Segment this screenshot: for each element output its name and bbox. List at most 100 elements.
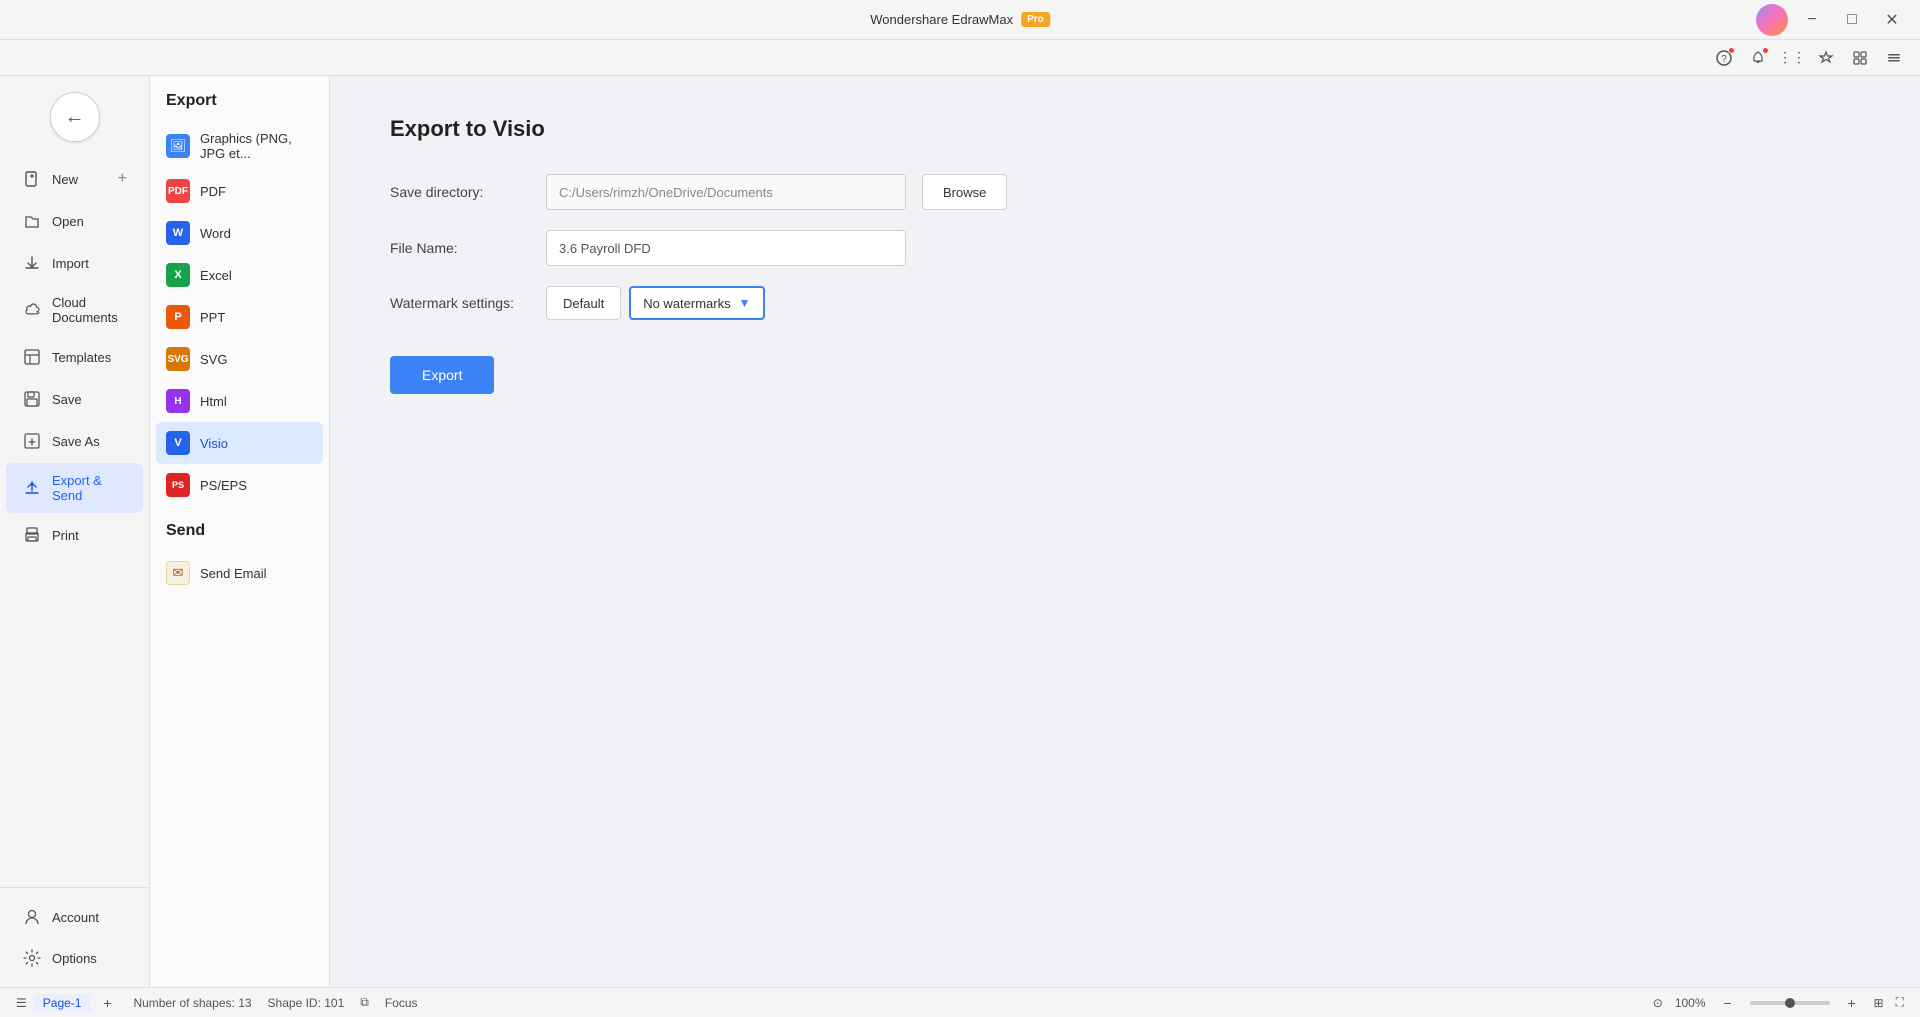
import-icon: [22, 253, 42, 273]
export-ppt[interactable]: P PPT: [150, 296, 329, 338]
back-button[interactable]: ←: [50, 92, 100, 142]
export-to-visio-title: Export to Visio: [390, 116, 1860, 142]
fullscreen-icon[interactable]: [1846, 44, 1874, 72]
watermark-dropdown[interactable]: No watermarks ▼: [629, 286, 764, 320]
zoom-level: 100%: [1675, 996, 1706, 1010]
help-icon[interactable]: ?: [1710, 44, 1738, 72]
visio-icon: V: [166, 431, 190, 455]
export-pdf[interactable]: PDF PDF: [150, 170, 329, 212]
pseps-label: PS/EPS: [200, 478, 247, 493]
png-label: Graphics (PNG, JPG et...: [200, 131, 313, 161]
nav-item-new[interactable]: New +: [6, 159, 143, 199]
filename-label: File Name:: [390, 240, 530, 256]
watermark-controls: Default No watermarks ▼: [546, 286, 765, 320]
export-label: Export & Send: [52, 473, 127, 503]
zoom-in-button[interactable]: +: [1842, 993, 1862, 1013]
file-name-group: File Name:: [390, 230, 1860, 266]
fullscreen-view-icon[interactable]: ⛶: [1896, 995, 1904, 1010]
nav-item-open[interactable]: Open: [6, 201, 143, 241]
export-excel[interactable]: X Excel: [150, 254, 329, 296]
print-icon: [22, 525, 42, 545]
email-label: Send Email: [200, 566, 266, 581]
nav-bottom: Account Options: [0, 887, 149, 979]
nav-item-templates[interactable]: Templates: [6, 337, 143, 377]
apps-icon[interactable]: ⋮⋮: [1778, 44, 1806, 72]
export-html[interactable]: H Html: [150, 380, 329, 422]
nav-item-save[interactable]: Save: [6, 379, 143, 419]
nav-item-print[interactable]: Print: [6, 515, 143, 555]
ppt-label: PPT: [200, 310, 225, 325]
pro-badge: Pro: [1021, 12, 1050, 27]
theme-icon[interactable]: [1812, 44, 1840, 72]
cloud-label: Cloud Documents: [52, 295, 127, 325]
maximize-button[interactable]: □: [1836, 4, 1868, 36]
svg-label: SVG: [200, 352, 227, 367]
middle-sidebar: Export 🖼 Graphics (PNG, JPG et... PDF PD…: [150, 76, 330, 987]
filename-input[interactable]: [546, 230, 906, 266]
watermark-selected: No watermarks: [643, 296, 730, 311]
title-bar-controls: − □ ✕: [1756, 4, 1908, 36]
export-svg[interactable]: SVG SVG: [150, 338, 329, 380]
export-icon: [22, 478, 42, 498]
import-label: Import: [52, 256, 89, 271]
options-label: Options: [52, 951, 97, 966]
excel-icon: X: [166, 263, 190, 287]
saveas-icon: [22, 431, 42, 451]
send-section: Send ✉ Send Email: [150, 522, 329, 594]
page-tab-1[interactable]: Page-1: [33, 994, 92, 1012]
notification-icon[interactable]: [1744, 44, 1772, 72]
export-visio[interactable]: V Visio: [156, 422, 323, 464]
close-button[interactable]: ✕: [1876, 4, 1908, 36]
focus-label[interactable]: Focus: [385, 996, 418, 1010]
nav-item-import[interactable]: Import: [6, 243, 143, 283]
word-icon: W: [166, 221, 190, 245]
open-label: Open: [52, 214, 84, 229]
save-label: Save: [52, 392, 82, 407]
nav-item-options[interactable]: Options: [6, 938, 143, 978]
clock-icon: ⊙: [1653, 996, 1663, 1010]
fit-page-icon[interactable]: ⊞: [1874, 996, 1884, 1010]
pseps-icon: PS: [166, 473, 190, 497]
new-plus-icon: +: [118, 170, 127, 188]
minimize-button[interactable]: −: [1796, 4, 1828, 36]
account-label: Account: [52, 910, 99, 925]
word-label: Word: [200, 226, 231, 241]
ppt-icon: P: [166, 305, 190, 329]
page-list-icon[interactable]: ☰: [16, 996, 27, 1010]
cloud-icon: [22, 300, 42, 320]
export-button[interactable]: Export: [390, 356, 494, 394]
browse-button[interactable]: Browse: [922, 174, 1007, 210]
excel-label: Excel: [200, 268, 232, 283]
export-pseps[interactable]: PS PS/EPS: [150, 464, 329, 506]
user-avatar[interactable]: [1756, 4, 1788, 36]
nav-item-account[interactable]: Account: [6, 897, 143, 937]
left-sidebar: ← New + Open Import Cloud Documents: [0, 76, 150, 987]
new-icon: [22, 169, 42, 189]
add-page-button[interactable]: +: [97, 993, 117, 1013]
directory-input[interactable]: [546, 174, 906, 210]
account-icon: [22, 907, 42, 927]
export-button-row: Export: [390, 340, 1860, 394]
layers-icon[interactable]: ⧉: [360, 995, 369, 1010]
watermark-default-button[interactable]: Default: [546, 286, 621, 320]
print-label: Print: [52, 528, 79, 543]
pdf-icon: PDF: [166, 179, 190, 203]
templates-label: Templates: [52, 350, 111, 365]
nav-item-saveas[interactable]: Save As: [6, 421, 143, 461]
zoom-slider[interactable]: [1750, 1001, 1830, 1005]
svg-icon: SVG: [166, 347, 190, 371]
status-bar: ☰ Page-1 + Number of shapes: 13 Shape ID…: [0, 987, 1920, 1017]
main-content: Export to Visio Save directory: Browse F…: [330, 76, 1920, 987]
nav-item-export[interactable]: Export & Send: [6, 463, 143, 513]
png-icon: 🖼: [166, 134, 190, 158]
main-layout: ← New + Open Import Cloud Documents: [0, 76, 1920, 987]
export-word[interactable]: W Word: [150, 212, 329, 254]
shapes-count: Number of shapes: 13: [133, 996, 251, 1010]
save-directory-group: Save directory: Browse: [390, 174, 1860, 210]
sidebar-toggle-icon[interactable]: [1880, 44, 1908, 72]
export-png[interactable]: 🖼 Graphics (PNG, JPG et...: [150, 122, 329, 170]
send-email[interactable]: ✉ Send Email: [150, 552, 329, 594]
zoom-out-button[interactable]: −: [1718, 993, 1738, 1013]
nav-item-cloud[interactable]: Cloud Documents: [6, 285, 143, 335]
title-bar: Wondershare EdrawMax Pro − □ ✕: [0, 0, 1920, 40]
